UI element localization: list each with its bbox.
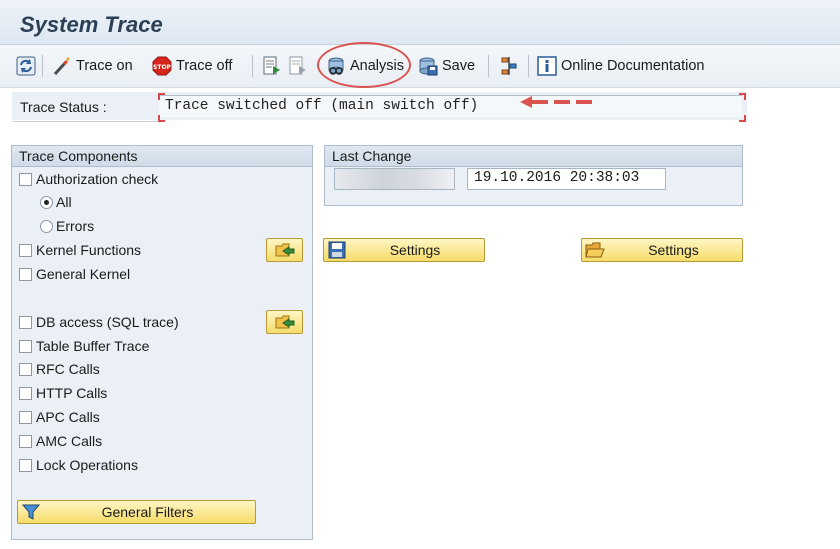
info-icon — [537, 56, 557, 76]
trace-status-field: Trace switched off (main switch off) — [159, 95, 742, 117]
save-button[interactable]: Save — [418, 45, 475, 87]
deactivate-trace-button[interactable] — [288, 45, 308, 87]
radio-all-label: All — [56, 194, 72, 210]
toolbar-separator — [252, 55, 253, 77]
toolbar: Trace on STOP Trace off Analysis Save On… — [0, 45, 840, 88]
filter-settings-button[interactable] — [499, 45, 519, 87]
http-calls-label: HTTP Calls — [36, 385, 108, 401]
authorization-check-checkbox[interactable] — [19, 173, 32, 186]
settings-button-right[interactable]: Settings — [581, 238, 743, 262]
last-change-header: Last Change — [325, 146, 742, 167]
toolbar-separator — [488, 55, 489, 77]
refresh-icon — [16, 56, 36, 76]
trace-status-label: Trace Status : — [20, 99, 107, 115]
db-access-details-button[interactable] — [266, 310, 303, 334]
lock-operations-checkbox[interactable] — [19, 459, 32, 472]
authorization-check-label: Authorization check — [36, 171, 159, 187]
folder-arrow-icon — [275, 243, 295, 257]
status-label-underline — [12, 121, 162, 122]
rfc-calls-label: RFC Calls — [36, 361, 100, 377]
radio-all[interactable] — [40, 196, 53, 209]
stop-icon: STOP — [152, 56, 172, 76]
red-dashed-arrow-icon — [520, 96, 592, 108]
general-kernel-label: General Kernel — [36, 266, 131, 282]
settings-button-left[interactable]: Settings — [323, 238, 485, 262]
radio-errors[interactable] — [40, 220, 53, 233]
db-access-checkbox[interactable] — [19, 316, 32, 329]
toolbar-separator — [42, 55, 43, 77]
db-access-label: DB access (SQL trace) — [36, 314, 179, 330]
field-corner-marker — [158, 93, 165, 100]
kernel-functions-label: Kernel Functions — [36, 242, 142, 258]
save-database-icon — [419, 57, 438, 76]
trace-off-button[interactable]: STOP Trace off — [152, 45, 232, 87]
analysis-icon — [328, 57, 344, 75]
field-corner-marker — [739, 115, 746, 122]
filter-icon — [22, 504, 40, 520]
last-change-user-field — [334, 168, 455, 190]
floppy-disk-icon — [328, 241, 346, 259]
analysis-button[interactable]: Analysis — [326, 45, 404, 87]
settings-tree-icon — [501, 57, 517, 75]
lock-operations-label: Lock Operations — [36, 457, 138, 473]
refresh-button[interactable] — [16, 45, 36, 87]
last-change-datetime-field: 19.10.2016 20:38:03 — [467, 168, 666, 190]
analysis-label: Analysis — [350, 58, 404, 74]
magic-wand-icon — [53, 57, 70, 76]
settings-right-label: Settings — [648, 242, 699, 258]
radio-errors-label: Errors — [56, 218, 95, 234]
folder-arrow-icon — [275, 315, 295, 329]
trace-components-header: Trace Components — [12, 146, 312, 167]
open-folder-icon — [585, 242, 605, 258]
save-label: Save — [442, 58, 476, 74]
table-buffer-checkbox[interactable] — [19, 340, 32, 353]
kernel-functions-details-button[interactable] — [266, 238, 303, 262]
page-title: System Trace — [20, 12, 163, 37]
http-calls-checkbox[interactable] — [19, 387, 32, 400]
trace-on-button[interactable]: Trace on — [52, 45, 133, 87]
field-corner-marker — [739, 93, 746, 100]
table-buffer-label: Table Buffer Trace — [36, 338, 150, 354]
general-kernel-checkbox[interactable] — [19, 268, 32, 281]
rfc-calls-checkbox[interactable] — [19, 363, 32, 376]
online-documentation-label: Online Documentation — [561, 58, 705, 74]
settings-left-label: Settings — [389, 242, 441, 258]
apc-calls-label: APC Calls — [36, 409, 100, 425]
svg-text:STOP: STOP — [153, 64, 172, 71]
apc-calls-checkbox[interactable] — [19, 411, 32, 424]
trace-off-label: Trace off — [176, 58, 233, 74]
document-arrow-icon — [263, 56, 280, 75]
amc-calls-label: AMC Calls — [36, 433, 103, 449]
general-filters-label: General Filters — [101, 504, 194, 520]
kernel-functions-checkbox[interactable] — [19, 244, 32, 257]
general-filters-button[interactable]: General Filters — [17, 500, 256, 524]
field-corner-marker — [158, 115, 165, 122]
amc-calls-checkbox[interactable] — [19, 435, 32, 448]
activate-trace-button[interactable] — [262, 45, 282, 87]
toolbar-separator — [528, 55, 529, 77]
trace-on-label: Trace on — [76, 58, 133, 74]
online-documentation-button[interactable]: Online Documentation — [537, 45, 704, 87]
document-arrow-gray-icon — [289, 56, 306, 75]
